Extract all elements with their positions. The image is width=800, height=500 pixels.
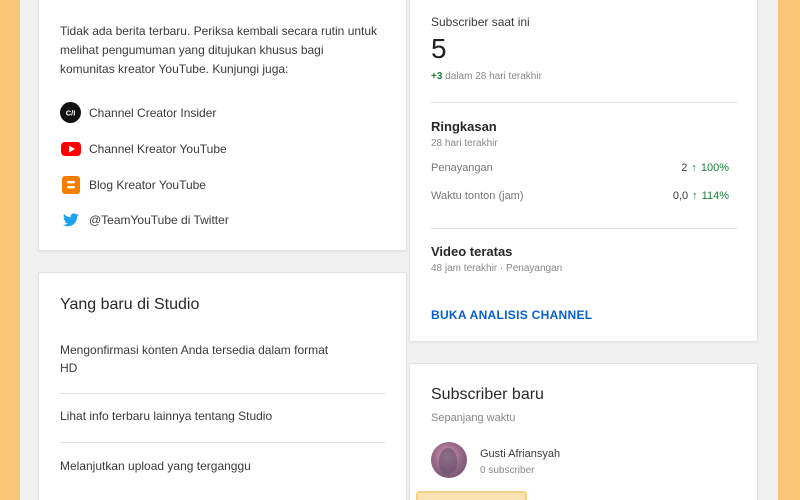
current-subs-count: 5 — [431, 33, 447, 64]
summary-title: Ringkasan — [431, 119, 497, 134]
blogger-icon — [60, 174, 81, 195]
growth-suffix: dalam 28 hari terakhir — [445, 71, 542, 82]
current-subs-label: Subscriber saat ini — [431, 15, 530, 29]
metric-pct: 114% — [701, 190, 729, 202]
arrow-up-icon: ↑ — [691, 162, 697, 174]
news-card: Tidak ada berita terbaru. Periksa kembal… — [38, 0, 407, 251]
divider — [431, 228, 737, 229]
top-videos-title: Video teratas — [431, 244, 513, 259]
subs-period: Sepanjang waktu — [431, 412, 516, 424]
link-youtube-creators[interactable]: Channel Kreator YouTube — [60, 138, 227, 159]
avatar[interactable] — [431, 442, 467, 478]
divider — [60, 393, 385, 394]
youtube-icon — [60, 138, 81, 159]
top-videos-sub: 48 jam terakhir · Penayangan — [431, 263, 563, 274]
link-label: Channel Creator Insider — [89, 105, 217, 120]
link-creator-blog[interactable]: Blog Kreator YouTube — [60, 174, 206, 195]
arrow-up-icon: ↑ — [692, 190, 698, 202]
metric-watch-time: Waktu tonton (jam) 0,0 ↑ 114% — [431, 190, 729, 202]
channel-analytics-card: Subscriber saat ini 5 +3 dalam 28 hari t… — [409, 0, 758, 342]
divider — [60, 442, 385, 443]
news-text: Tidak ada berita terbaru. Periksa kembal… — [60, 24, 378, 76]
subscriber-name[interactable]: Gusti Afriansyah — [480, 448, 560, 460]
card-title: Yang baru di Studio — [60, 296, 200, 313]
metric-label: Penayangan — [431, 162, 493, 174]
whats-new-card: Yang baru di Studio Mengonfirmasi konten… — [38, 272, 407, 500]
new-subscribers-card: Subscriber baru Sepanjang waktu Gusti Af… — [409, 363, 758, 500]
link-label: Blog Kreator YouTube — [89, 177, 206, 192]
creator-insider-icon: C/I — [60, 102, 81, 123]
subscriber-count: 0 subscriber — [480, 465, 535, 476]
creator-insider-glyph: C/I — [66, 109, 76, 118]
growth-value: +3 — [431, 71, 443, 82]
highlighted-button[interactable] — [416, 491, 527, 500]
summary-period: 28 hari terakhir — [431, 138, 498, 149]
card-title: Subscriber baru — [431, 386, 544, 403]
metric-views: Penayangan 2 ↑ 100% — [431, 162, 729, 174]
link-twitter[interactable]: @TeamYouTube di Twitter — [60, 209, 229, 230]
link-label: @TeamYouTube di Twitter — [89, 212, 229, 227]
studio-item-hd[interactable]: Mengonfirmasi konten Anda tersedia dalam… — [60, 341, 340, 377]
metric-value: 0,0 — [672, 190, 689, 202]
metric-pct: 100% — [700, 162, 729, 174]
divider — [431, 102, 737, 103]
dashboard-canvas: Tidak ada berita terbaru. Periksa kembal… — [20, 0, 778, 500]
open-channel-analytics-link[interactable]: BUKA ANALISIS CHANNEL — [431, 308, 592, 322]
subs-growth: +3 dalam 28 hari terakhir — [431, 71, 542, 82]
studio-item-more[interactable]: Lihat info terbaru lainnya tentang Studi… — [60, 407, 385, 425]
metric-value: 2 — [681, 162, 688, 174]
studio-item-upload[interactable]: Melanjutkan upload yang terganggu — [60, 457, 385, 475]
metric-label: Waktu tonton (jam) — [431, 190, 524, 202]
link-label: Channel Kreator YouTube — [89, 141, 227, 156]
link-creator-insider[interactable]: C/I Channel Creator Insider — [60, 102, 216, 123]
twitter-icon — [60, 209, 81, 230]
